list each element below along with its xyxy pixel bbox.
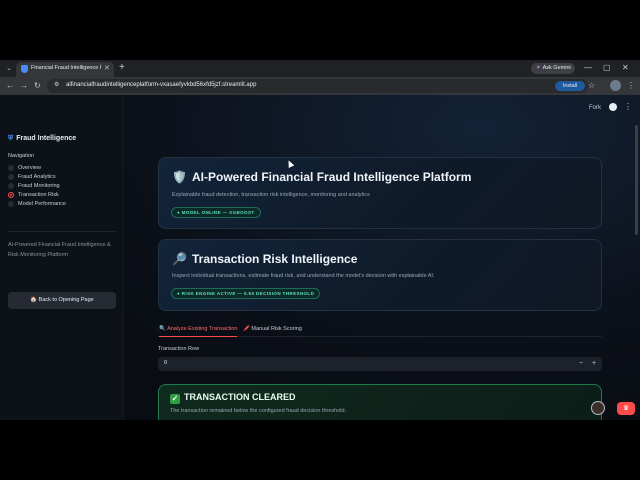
nav-item-label: Fraud Monitoring: [18, 183, 60, 189]
url-text: aifinancialfraudintelligenceplatform-vxa…: [66, 82, 257, 88]
transaction-row-label: Transaction Row: [158, 346, 200, 352]
shield-icon: ⛨: [8, 135, 14, 142]
result-title: ✓ TRANSACTION CLEARED: [170, 392, 296, 404]
letterbox-bottom: [0, 420, 640, 480]
hero-title: 🛡️ AI-Powered Financial Fraud Intelligenc…: [172, 170, 471, 184]
radio-icon: [8, 200, 14, 207]
install-button[interactable]: Install: [555, 81, 585, 91]
sidebar-item-transaction-risk[interactable]: Transaction Risk: [8, 191, 59, 199]
status-badge: ● RISK ENGINE ACTIVE — 0.50 DECISION THR…: [171, 288, 321, 299]
sidebar-item-fraud-analytics[interactable]: Fraud Analytics: [8, 173, 56, 181]
ask-gemini-button[interactable]: ✦ Ask Gemini: [531, 63, 575, 74]
sidebar-item-fraud-monitoring[interactable]: Fraud Monitoring: [8, 182, 60, 190]
bookmark-star-icon[interactable]: ☆: [588, 80, 595, 92]
close-icon[interactable]: ✕: [104, 64, 110, 72]
address-row: ← → ↻ ⚙ aifinancialfraudintelligenceplat…: [0, 77, 640, 95]
browser-window: ⌄ Financial Fraud Intelligence Pla ✕ + ✦…: [0, 60, 640, 420]
nav-item-label: Overview: [18, 165, 41, 171]
tab-title: Financial Fraud Intelligence Pla: [31, 65, 101, 71]
reload-icon[interactable]: ↻: [34, 80, 41, 92]
status-badge: ● MODEL ONLINE — XGBOOST: [171, 207, 261, 218]
risk-subtitle: Inspect individual transactions, estimat…: [172, 273, 435, 279]
result-card: ✓ TRANSACTION CLEARED The transaction rem…: [158, 384, 602, 420]
hero-card: 🛡️ AI-Powered Financial Fraud Intelligenc…: [158, 157, 602, 229]
nav-item-label: Transaction Risk: [18, 192, 59, 198]
check-icon: ✓: [170, 394, 180, 404]
hero-title-text: AI-Powered Financial Fraud Intelligence …: [192, 170, 472, 184]
avatar[interactable]: [610, 80, 621, 91]
sidebar-divider: [8, 231, 116, 232]
minimize-icon[interactable]: —: [584, 62, 592, 74]
window-close-icon[interactable]: ✕: [622, 62, 629, 74]
browser-tab[interactable]: Financial Fraud Intelligence Pla ✕: [16, 62, 114, 77]
address-bar[interactable]: ⚙ aifinancialfraudintelligenceplatform-v…: [47, 79, 588, 93]
sidebar-title: ⛨ Fraud Intelligence: [8, 135, 76, 143]
letterbox-top: [0, 0, 640, 60]
radio-icon: [8, 182, 14, 189]
transaction-row-input[interactable]: 0 − +: [158, 357, 602, 371]
sidebar: ⛨ Fraud Intelligence Navigation Overview …: [0, 95, 124, 420]
tab-search-icon[interactable]: ⌄: [4, 63, 14, 74]
avatar[interactable]: [591, 401, 605, 415]
site-info-icon[interactable]: ⚙: [54, 81, 59, 88]
increment-button[interactable]: +: [592, 358, 596, 370]
result-subtitle: The transaction remained below the confi…: [170, 408, 347, 414]
result-title-text: TRANSACTION CLEARED: [184, 392, 296, 402]
maximize-icon[interactable]: ▢: [603, 62, 611, 74]
tab-manual-risk-scoring[interactable]: 🖍️ Manual Risk Scoring: [243, 324, 302, 337]
tab-bar: 🔍 Analyze Existing Transaction 🖍️ Manual…: [158, 323, 602, 337]
forward-icon[interactable]: →: [20, 80, 28, 92]
shield-icon: 🛡️: [172, 170, 187, 184]
tab-strip: ⌄ Financial Fraud Intelligence Pla ✕ + ✦…: [0, 60, 640, 77]
github-icon[interactable]: [609, 103, 617, 111]
decrement-button[interactable]: −: [579, 358, 583, 370]
transaction-row-value[interactable]: 0: [164, 360, 167, 366]
fork-link[interactable]: Fork: [589, 105, 601, 111]
hero-subtitle: Explainable fraud detection, transaction…: [172, 192, 370, 198]
new-tab-button[interactable]: +: [119, 62, 125, 74]
nav-item-label: Model Performance: [18, 201, 66, 207]
nav-item-label: Fraud Analytics: [18, 174, 56, 180]
back-icon[interactable]: ←: [6, 80, 14, 92]
radio-icon: [8, 173, 14, 180]
sidebar-item-model-performance[interactable]: Model Performance: [8, 200, 66, 208]
gemini-icon: ✦: [536, 65, 541, 71]
browser-menu-icon[interactable]: ⋮: [627, 80, 635, 92]
sidebar-description: AI-Powered Financial Fraud Intelligence …: [8, 242, 111, 258]
app-menu-icon[interactable]: ⋮: [624, 102, 632, 111]
back-to-opening-button[interactable]: 🏠 Back to Opening Page: [8, 292, 116, 309]
gemini-label: Ask Gemini: [542, 65, 571, 71]
app-page: ⛨ Fraud Intelligence Navigation Overview …: [0, 95, 640, 420]
sidebar-item-overview[interactable]: Overview: [8, 164, 41, 172]
sidebar-title-text: Fraud Intelligence: [16, 135, 77, 142]
shield-icon: [21, 65, 28, 73]
risk-title: 🔎 Transaction Risk Intelligence: [172, 252, 357, 266]
nav-label: Navigation: [8, 153, 34, 159]
radio-icon: [8, 164, 14, 171]
radio-selected-icon: [8, 191, 14, 198]
scrollbar[interactable]: [635, 125, 638, 235]
magnifier-icon: 🔎: [172, 252, 187, 266]
tab-analyze-existing[interactable]: 🔍 Analyze Existing Transaction: [159, 324, 238, 337]
crown-icon[interactable]: ♛: [617, 402, 635, 415]
risk-title-text: Transaction Risk Intelligence: [192, 252, 358, 266]
risk-card: 🔎 Transaction Risk Intelligence Inspect i…: [158, 239, 602, 311]
